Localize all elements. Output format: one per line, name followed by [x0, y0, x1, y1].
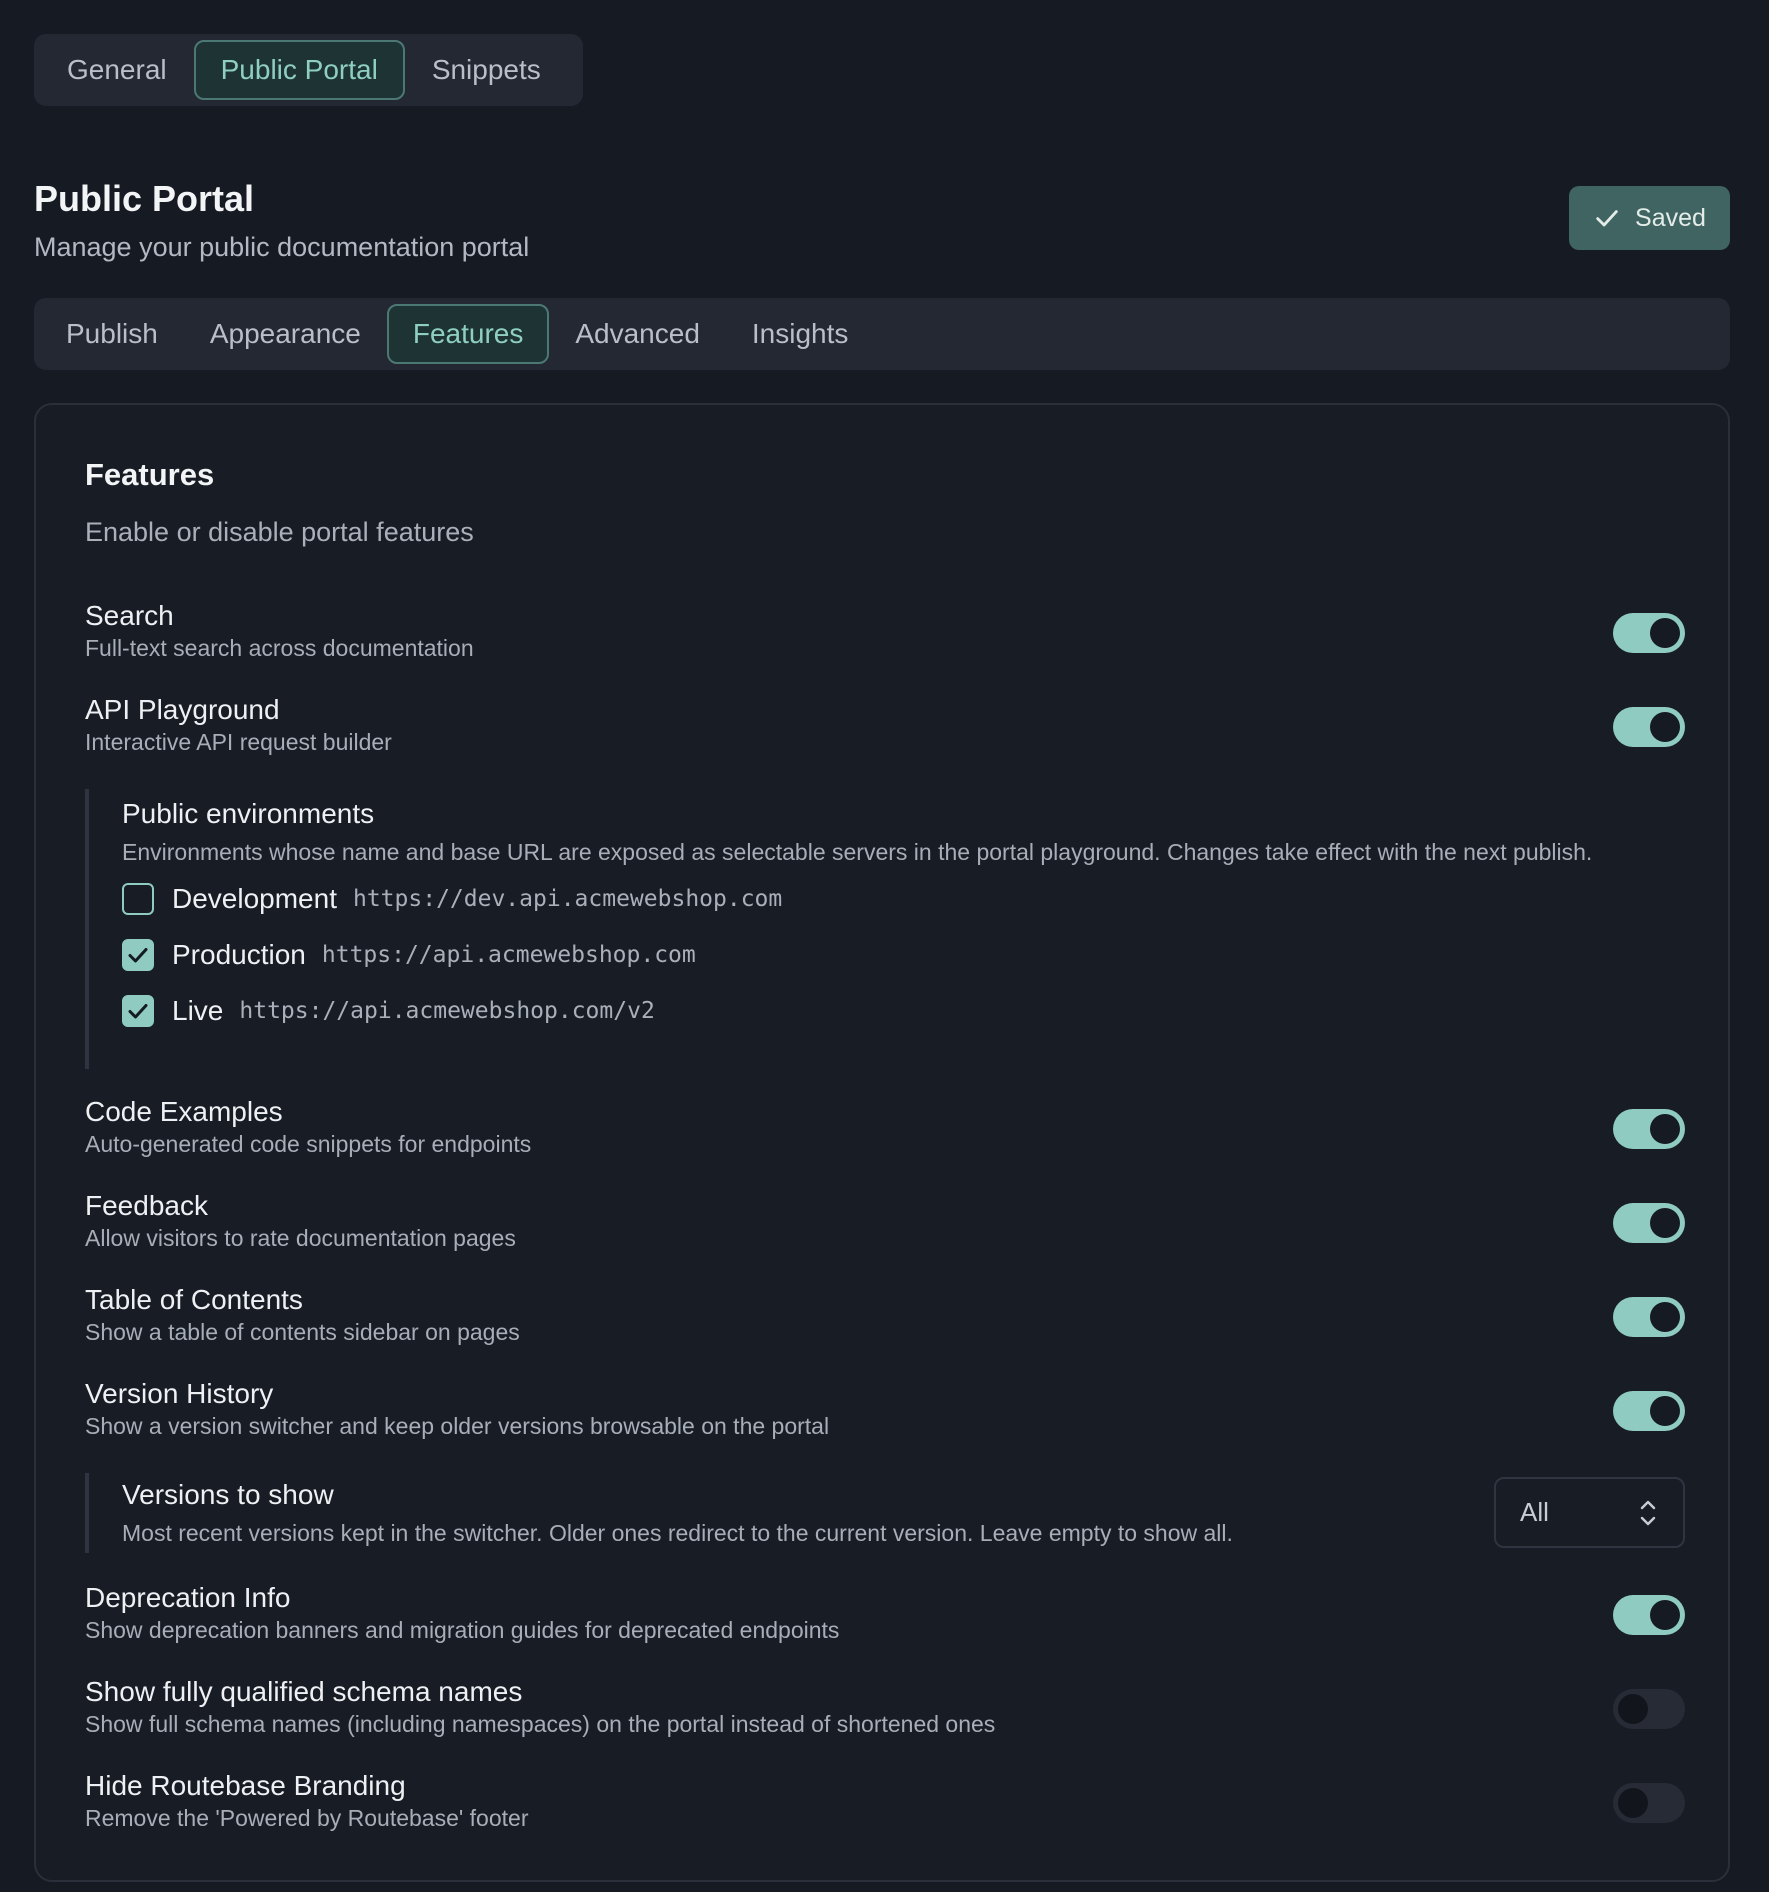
table-of-contents-toggle[interactable]	[1613, 1297, 1685, 1337]
public-environments-block: Public environments Environments whose n…	[85, 789, 1685, 1069]
tab-insights[interactable]: Insights	[726, 304, 875, 364]
feature-desc: Interactive API request builder	[85, 729, 392, 755]
sub-tabs: Publish Appearance Features Advanced Ins…	[34, 298, 1730, 370]
card-title: Features	[85, 457, 215, 492]
feature-label: Search	[85, 600, 174, 631]
environment-list: Development https://dev.api.acmewebshop.…	[122, 871, 1685, 1039]
feature-label: Table of Contents	[85, 1284, 303, 1315]
features-card: Features Enable or disable portal featur…	[34, 403, 1730, 1882]
versions-select[interactable]: All	[1494, 1477, 1685, 1548]
toggle-knob	[1650, 1114, 1680, 1144]
check-icon	[1596, 210, 1618, 227]
versions-to-show-block: Versions to show Most recent versions ke…	[85, 1473, 1685, 1553]
feature-row-table-of-contents: Table of Contents Show a table of conten…	[85, 1283, 1685, 1347]
feature-desc: Allow visitors to rate documentation pag…	[85, 1225, 516, 1251]
check-icon	[128, 948, 148, 963]
card-subtitle: Enable or disable portal features	[85, 517, 474, 547]
page-title: Public Portal	[34, 178, 255, 219]
page-subtitle: Manage your public documentation portal	[34, 232, 530, 262]
environment-name: Development	[172, 883, 337, 914]
version-history-toggle[interactable]	[1613, 1391, 1685, 1431]
hide-branding-toggle[interactable]	[1613, 1783, 1685, 1823]
feature-label: Feedback	[85, 1190, 208, 1221]
feature-desc: Show a table of contents sidebar on page…	[85, 1319, 520, 1345]
versions-to-show-title: Versions to show	[122, 1479, 334, 1510]
chevron-up-down-icon	[1640, 1500, 1656, 1525]
toggle-knob	[1650, 712, 1680, 742]
toggle-knob	[1650, 1208, 1680, 1238]
tab-snippets[interactable]: Snippets	[405, 40, 568, 100]
toggle-knob	[1650, 618, 1680, 648]
feature-label: Code Examples	[85, 1096, 283, 1127]
versions-select-value: All	[1520, 1497, 1549, 1527]
feature-row-version-history: Version History Show a version switcher …	[85, 1377, 1685, 1441]
feature-desc: Show deprecation banners and migration g…	[85, 1617, 840, 1643]
feature-desc: Auto-generated code snippets for endpoin…	[85, 1131, 532, 1157]
environment-url: https://dev.api.acmewebshop.com	[352, 886, 783, 912]
public-environments-desc: Environments whose name and base URL are…	[122, 839, 1593, 865]
environment-name: Production	[172, 939, 306, 970]
environment-name: Live	[172, 995, 224, 1026]
tab-advanced[interactable]: Advanced	[549, 304, 726, 364]
feature-row-hide-branding: Hide Routebase Branding Remove the 'Powe…	[85, 1769, 1685, 1833]
tab-features[interactable]: Features	[386, 304, 550, 364]
environment-row-development: Development https://dev.api.acmewebshop.…	[122, 871, 1685, 927]
feature-desc: Show a version switcher and keep older v…	[85, 1413, 830, 1439]
environment-row-production: Production https://api.acmewebshop.com	[122, 927, 1685, 983]
search-toggle[interactable]	[1613, 613, 1685, 653]
feedback-toggle[interactable]	[1613, 1203, 1685, 1243]
saved-button[interactable]: Saved	[1569, 186, 1730, 250]
top-tabs: General Public Portal Snippets	[34, 34, 583, 106]
public-environments-title: Public environments	[122, 798, 375, 829]
deprecation-info-toggle[interactable]	[1613, 1595, 1685, 1635]
tab-general[interactable]: General	[40, 40, 194, 100]
feature-label: Deprecation Info	[85, 1582, 291, 1613]
production-checkbox[interactable]	[122, 939, 154, 971]
live-checkbox[interactable]	[122, 995, 154, 1027]
feature-row-feedback: Feedback Allow visitors to rate document…	[85, 1189, 1685, 1253]
check-icon	[128, 1004, 148, 1019]
toggle-knob	[1650, 1600, 1680, 1630]
toggle-knob	[1618, 1694, 1648, 1724]
feature-desc: Full-text search across documentation	[85, 635, 474, 661]
api-playground-toggle[interactable]	[1613, 707, 1685, 747]
environment-url: https://api.acmewebshop.com	[321, 942, 696, 968]
feature-desc: Show full schema names (including namesp…	[85, 1711, 996, 1737]
tab-appearance[interactable]: Appearance	[184, 304, 387, 364]
tab-public-portal[interactable]: Public Portal	[193, 40, 405, 100]
development-checkbox[interactable]	[122, 883, 154, 915]
code-examples-toggle[interactable]	[1613, 1109, 1685, 1149]
toggle-knob	[1650, 1396, 1680, 1426]
toggle-knob	[1650, 1302, 1680, 1332]
feature-label: API Playground	[85, 694, 280, 725]
saved-label: Saved	[1635, 203, 1706, 232]
feature-desc: Remove the 'Powered by Routebase' footer	[85, 1805, 529, 1831]
environment-url: https://api.acmewebshop.com/v2	[239, 998, 655, 1024]
environment-row-live: Live https://api.acmewebshop.com/v2	[122, 983, 1685, 1039]
feature-row-api-playground: API Playground Interactive API request b…	[85, 693, 1685, 757]
feature-row-search: Search Full-text search across documenta…	[85, 599, 1685, 663]
versions-to-show-desc: Most recent versions kept in the switche…	[122, 1520, 1233, 1546]
feature-row-deprecation-info: Deprecation Info Show deprecation banner…	[85, 1581, 1685, 1645]
toggle-knob	[1618, 1788, 1648, 1818]
feature-label: Show fully qualified schema names	[85, 1676, 523, 1707]
tab-publish[interactable]: Publish	[40, 304, 184, 364]
feature-row-code-examples: Code Examples Auto-generated code snippe…	[85, 1095, 1685, 1159]
feature-row-fq-schema-names: Show fully qualified schema names Show f…	[85, 1675, 1685, 1739]
feature-label: Hide Routebase Branding	[85, 1770, 406, 1801]
fq-schema-names-toggle[interactable]	[1613, 1689, 1685, 1729]
feature-label: Version History	[85, 1378, 274, 1409]
